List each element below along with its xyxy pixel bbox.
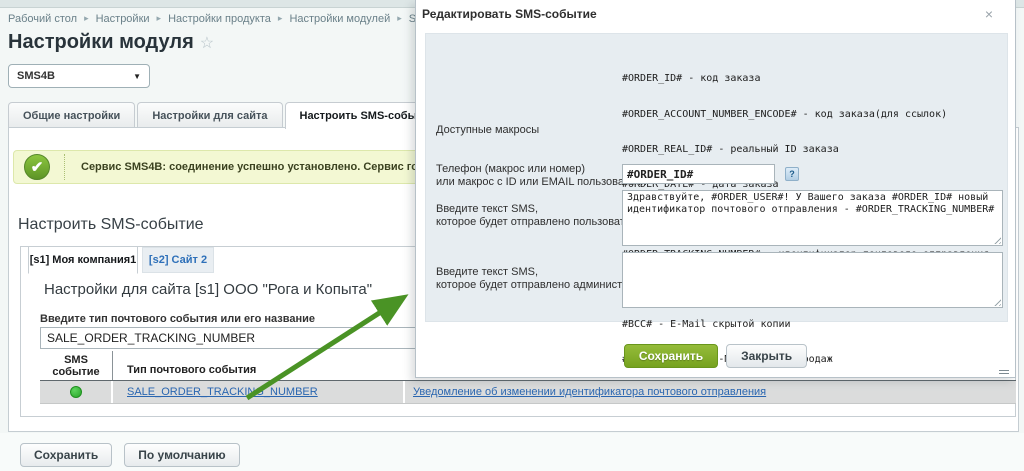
breadcrumb-desktop[interactable]: Рабочий стол [8,13,77,25]
site-heading: Настройки для сайта [s1] ООО "Рога и Коп… [44,281,372,298]
sms-admin-textarea[interactable] [622,252,1003,308]
event-type-link[interactable]: SALE_ORDER_TRACKING_NUMBER [127,386,318,398]
module-select[interactable]: SMS4B ▼ [8,64,150,88]
dialog-save-button[interactable]: Сохранить [624,344,718,368]
status-active-dot [70,386,82,398]
favorite-star-icon[interactable]: ☆ [200,35,214,52]
page-title: Настройки модуля☆ [8,31,214,54]
close-icon[interactable]: × [985,7,993,21]
phone-input[interactable] [622,164,775,184]
dialog-buttons: Сохранить Закрыть [416,344,1015,368]
edit-sms-event-dialog: Редактировать SMS-событие × Доступные ма… [415,0,1016,378]
success-check-icon: ✔ [24,154,50,180]
breadcrumb-separator: ▸ [84,13,89,23]
section-title: Настроить SMS-событие [18,216,204,234]
module-select-value: SMS4B [17,70,55,82]
breadcrumb-separator: ▸ [397,13,402,23]
sms-user-textarea[interactable]: Здравствуйте, #ORDER_USER#! У Вашего зак… [622,190,1003,246]
dialog-resize-handle[interactable] [999,370,1009,374]
breadcrumb-separator: ▸ [278,13,283,23]
site-tab-company1[interactable]: [s1] Моя компания1 [28,246,138,274]
breadcrumb-settings[interactable]: Настройки [96,13,150,25]
page-footer-buttons: Сохранить По умолчанию [20,443,240,467]
site-tab-site2[interactable]: [s2] Сайт 2 [142,247,214,273]
breadcrumb-module-settings[interactable]: Настройки модулей [289,13,390,25]
phone-label: Телефон (макрос или номер)или макрос с I… [436,163,647,189]
event-filter-label: Введите тип почтового события или его на… [40,313,315,325]
breadcrumb: Рабочий стол ▸ Настройки ▸ Настройки продукт… [8,13,446,25]
breadcrumb-product-settings[interactable]: Настройки продукта [168,13,271,25]
dialog-form: Доступные макросы #ORDER_ID# - код заказ… [425,33,1008,322]
dialog-title: Редактировать SMS-событие [422,7,597,21]
macros-label: Доступные макросы [436,124,539,137]
tab-general-settings[interactable]: Общие настройки [8,102,135,128]
defaults-button[interactable]: По умолчанию [124,443,239,467]
breadcrumb-separator: ▸ [157,13,162,23]
dialog-close-button[interactable]: Закрыть [726,344,807,368]
tab-site-settings[interactable]: Настройки для сайта [137,102,282,128]
sms-user-label: Введите текст SMS,которое будет отправле… [436,203,645,229]
chevron-down-icon: ▼ [133,72,141,81]
save-button[interactable]: Сохранить [20,443,112,467]
help-icon[interactable]: ? [785,167,799,181]
header-sms-event: SMSсобытие [40,351,113,380]
header-event-type: Тип почтового события [113,351,407,380]
